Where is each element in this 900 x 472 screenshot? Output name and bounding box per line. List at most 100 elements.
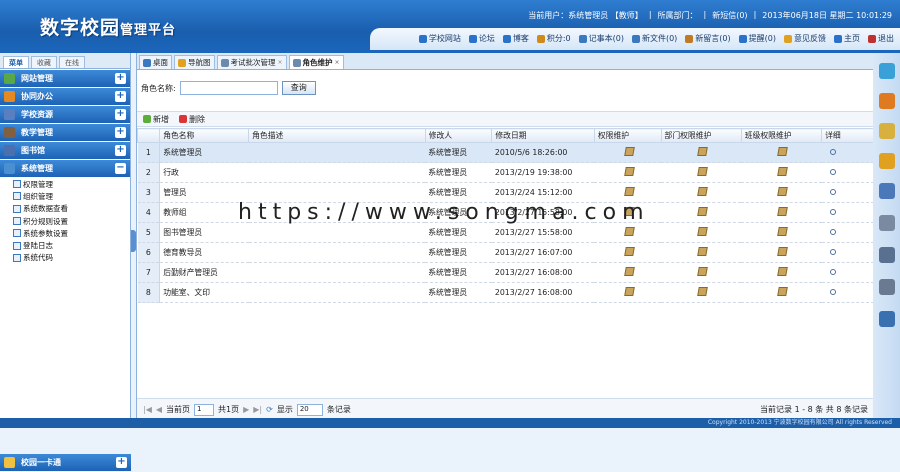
page-size-select[interactable]: 20 bbox=[296, 403, 323, 416]
pencil-icon[interactable] bbox=[879, 123, 895, 139]
permission-edit-icon[interactable] bbox=[623, 247, 635, 256]
class-permission-edit-icon[interactable] bbox=[777, 247, 789, 256]
close-icon[interactable]: × bbox=[278, 59, 283, 66]
table-row[interactable]: 2 行政 系统管理员 2013/2/19 19:38:00 bbox=[137, 162, 874, 183]
prev-page-icon[interactable]: ◀ bbox=[156, 405, 162, 414]
permission-edit-icon[interactable] bbox=[623, 287, 635, 296]
sidebar-subitem[interactable]: 登陆日志 bbox=[0, 239, 130, 251]
sidebar-group[interactable]: 教学管理 + bbox=[0, 124, 130, 141]
header-link[interactable]: 积分:0 bbox=[536, 33, 571, 44]
detail-key-icon[interactable] bbox=[829, 189, 836, 195]
first-page-icon[interactable]: |◀ bbox=[143, 405, 152, 414]
dept-permission-edit-icon[interactable] bbox=[697, 227, 708, 236]
expand-icon[interactable]: + bbox=[115, 91, 126, 102]
permission-edit-icon[interactable] bbox=[623, 147, 635, 156]
refresh-icon[interactable]: ⟳ bbox=[266, 405, 273, 414]
table-row[interactable]: 6 德育教导员 系统管理员 2013/2/27 16:07:00 bbox=[137, 242, 874, 263]
dept-permission-edit-icon[interactable] bbox=[697, 147, 708, 156]
tab-item[interactable]: 导航图 bbox=[174, 55, 215, 69]
document-icon[interactable] bbox=[879, 215, 895, 231]
collapse-icon[interactable]: − bbox=[115, 163, 126, 174]
last-page-icon[interactable]: ▶| bbox=[253, 405, 262, 414]
sidebar-subitem[interactable]: 权限管理 bbox=[0, 178, 130, 190]
user-icon[interactable] bbox=[879, 183, 895, 199]
dept-permission-edit-icon[interactable] bbox=[697, 267, 708, 276]
class-permission-edit-icon[interactable] bbox=[777, 187, 789, 196]
page-input[interactable]: 1 bbox=[194, 403, 215, 416]
key-icon[interactable] bbox=[879, 153, 895, 169]
detail-key-icon[interactable] bbox=[829, 249, 836, 255]
table-row[interactable]: 1 系统管理员 系统管理员 2010/5/6 18:26:00 bbox=[137, 142, 874, 163]
sidebar-group[interactable]: 网站管理 + bbox=[0, 70, 130, 87]
close-icon[interactable]: × bbox=[335, 59, 340, 66]
class-permission-edit-icon[interactable] bbox=[777, 287, 789, 296]
class-permission-edit-icon[interactable] bbox=[777, 147, 789, 156]
delete-button[interactable]: 删除 bbox=[179, 114, 205, 125]
sidebar-group[interactable]: 图书馆 + bbox=[0, 142, 130, 159]
expand-icon[interactable]: + bbox=[115, 145, 126, 156]
expand-icon[interactable]: + bbox=[115, 73, 126, 84]
sidebar-group[interactable]: 协同办公 + bbox=[0, 88, 130, 105]
sidebar-subitem[interactable]: 系统代码 bbox=[0, 252, 130, 264]
header-link[interactable]: 论坛 bbox=[468, 33, 495, 44]
sidebar-subitem[interactable]: 积分规则设置 bbox=[0, 215, 130, 227]
dept-permission-edit-icon[interactable] bbox=[697, 187, 708, 196]
tab-item[interactable]: 桌面 bbox=[139, 55, 172, 69]
permission-edit-icon[interactable] bbox=[623, 187, 635, 196]
sidebar-subitem[interactable]: 组织管理 bbox=[0, 190, 130, 202]
tab-item[interactable]: 考试批次管理 × bbox=[216, 55, 287, 69]
detail-key-icon[interactable] bbox=[829, 229, 836, 235]
table-row[interactable]: 7 后勤财产管理员 系统管理员 2013/2/27 16:08:00 bbox=[137, 262, 874, 283]
expand-icon[interactable]: + bbox=[115, 127, 126, 138]
dept-permission-edit-icon[interactable] bbox=[697, 247, 708, 256]
sidebar-tab[interactable]: 收藏 bbox=[31, 56, 57, 68]
header-link[interactable]: 记事本(0) bbox=[578, 33, 624, 44]
header-link[interactable]: 新留言(0) bbox=[685, 33, 731, 44]
next-page-icon[interactable]: ▶ bbox=[243, 405, 249, 414]
sidebar-tab[interactable]: 在线 bbox=[59, 56, 85, 68]
class-permission-edit-icon[interactable] bbox=[777, 167, 789, 176]
header-link[interactable]: 提醒(0) bbox=[738, 33, 776, 44]
table-row[interactable]: 5 图书管理员 系统管理员 2013/2/27 15:58:00 bbox=[137, 222, 874, 243]
header-link[interactable]: 意见反馈 bbox=[784, 33, 826, 44]
permission-edit-icon[interactable] bbox=[623, 227, 635, 236]
sidebar-group[interactable]: 系统管理 − bbox=[0, 160, 130, 177]
header-link[interactable]: 学校网站 bbox=[418, 33, 461, 44]
header-link[interactable]: 退出 bbox=[868, 33, 894, 44]
sidebar-group[interactable]: 学校资源 + bbox=[0, 106, 130, 123]
dept-permission-edit-icon[interactable] bbox=[697, 207, 708, 216]
header-link[interactable]: 新文件(0) bbox=[631, 33, 678, 44]
permission-edit-icon[interactable] bbox=[623, 267, 635, 276]
sidebar-group-campus-card[interactable]: 校园一卡通 + bbox=[0, 454, 131, 471]
download-icon[interactable] bbox=[879, 247, 895, 263]
class-permission-edit-icon[interactable] bbox=[777, 267, 789, 276]
class-permission-edit-icon[interactable] bbox=[777, 207, 789, 216]
eraser-icon[interactable] bbox=[879, 93, 895, 109]
dept-permission-edit-icon[interactable] bbox=[697, 167, 708, 176]
detail-key-icon[interactable] bbox=[829, 269, 836, 275]
books-icon[interactable] bbox=[879, 63, 895, 79]
query-button[interactable]: 查询 bbox=[281, 81, 316, 95]
dept-permission-edit-icon[interactable] bbox=[697, 287, 708, 296]
sidebar-subitem[interactable]: 系统参数设置 bbox=[0, 227, 130, 239]
add-button[interactable]: 新增 bbox=[143, 114, 169, 125]
sidebar-tab[interactable]: 菜单 bbox=[3, 56, 29, 68]
header-link-label: 新文件(0) bbox=[641, 34, 678, 43]
new-messages-link[interactable]: 新短信(0) bbox=[712, 10, 747, 21]
tab-item[interactable]: 角色维护 × bbox=[288, 55, 344, 69]
permission-edit-icon[interactable] bbox=[623, 167, 635, 176]
sidebar-subitem[interactable]: 系统数据查看 bbox=[0, 203, 130, 215]
detail-key-icon[interactable] bbox=[829, 209, 836, 215]
header-link[interactable]: 主页 bbox=[834, 33, 860, 44]
header-link[interactable]: 博客 bbox=[502, 33, 529, 44]
detail-key-icon[interactable] bbox=[829, 149, 836, 155]
expand-icon[interactable]: + bbox=[116, 457, 127, 468]
table-row[interactable]: 8 功能室、文印 系统管理员 2013/2/27 16:08:00 bbox=[137, 282, 874, 303]
detail-key-icon[interactable] bbox=[829, 289, 836, 295]
printer-icon[interactable] bbox=[879, 279, 895, 295]
expand-icon[interactable]: + bbox=[115, 109, 126, 120]
class-permission-edit-icon[interactable] bbox=[777, 227, 789, 236]
detail-key-icon[interactable] bbox=[829, 169, 836, 175]
help-icon[interactable] bbox=[879, 311, 895, 327]
role-name-input[interactable] bbox=[179, 81, 278, 95]
